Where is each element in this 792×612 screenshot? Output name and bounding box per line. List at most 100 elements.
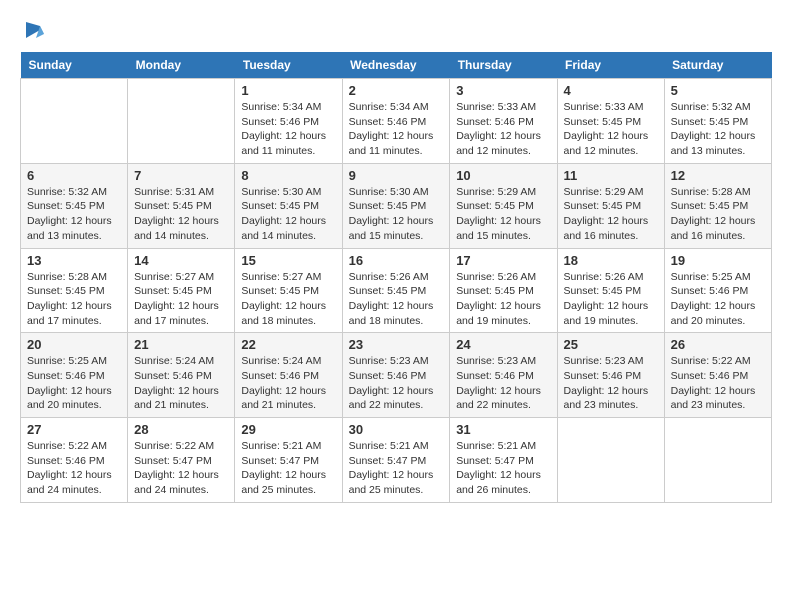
calendar-cell: 10 Sunrise: 5:29 AM Sunset: 5:45 PM Dayli… <box>450 163 557 248</box>
calendar-cell: 29 Sunrise: 5:21 AM Sunset: 5:47 PM Dayli… <box>235 418 342 503</box>
day-info: Sunrise: 5:29 AM Sunset: 5:45 PM Dayligh… <box>456 185 550 244</box>
day-info: Sunrise: 5:26 AM Sunset: 5:45 PM Dayligh… <box>456 270 550 329</box>
calendar-cell: 13 Sunrise: 5:28 AM Sunset: 5:45 PM Dayli… <box>21 248 128 333</box>
weekday-tuesday: Tuesday <box>235 52 342 79</box>
calendar-cell: 8 Sunrise: 5:30 AM Sunset: 5:45 PM Daylig… <box>235 163 342 248</box>
weekday-sunday: Sunday <box>21 52 128 79</box>
day-info: Sunrise: 5:32 AM Sunset: 5:45 PM Dayligh… <box>671 100 765 159</box>
calendar-cell: 17 Sunrise: 5:26 AM Sunset: 5:45 PM Dayli… <box>450 248 557 333</box>
day-number: 6 <box>27 168 121 183</box>
logo-icon <box>22 20 44 42</box>
calendar-cell: 1Sunrise: 5:34 AM Sunset: 5:46 PM Daylig… <box>235 79 342 164</box>
calendar-cell: 4Sunrise: 5:33 AM Sunset: 5:45 PM Daylig… <box>557 79 664 164</box>
day-info: Sunrise: 5:23 AM Sunset: 5:46 PM Dayligh… <box>456 354 550 413</box>
calendar-cell: 21 Sunrise: 5:24 AM Sunset: 5:46 PM Dayli… <box>128 333 235 418</box>
calendar-table: SundayMondayTuesdayWednesdayThursdayFrid… <box>20 52 772 503</box>
calendar-cell: 31Sunrise: 5:21 AM Sunset: 5:47 PM Dayli… <box>450 418 557 503</box>
day-number: 4 <box>564 83 658 98</box>
day-info: Sunrise: 5:32 AM Sunset: 5:45 PM Dayligh… <box>27 185 121 244</box>
day-number: 11 <box>564 168 658 183</box>
day-info: Sunrise: 5:26 AM Sunset: 5:45 PM Dayligh… <box>349 270 444 329</box>
day-info: Sunrise: 5:28 AM Sunset: 5:45 PM Dayligh… <box>671 185 765 244</box>
day-info: Sunrise: 5:24 AM Sunset: 5:46 PM Dayligh… <box>241 354 335 413</box>
day-info: Sunrise: 5:29 AM Sunset: 5:45 PM Dayligh… <box>564 185 658 244</box>
calendar-cell: 5 Sunrise: 5:32 AM Sunset: 5:45 PM Daylig… <box>664 79 771 164</box>
day-info: Sunrise: 5:21 AM Sunset: 5:47 PM Dayligh… <box>241 439 335 498</box>
day-number: 30 <box>349 422 444 437</box>
day-number: 10 <box>456 168 550 183</box>
calendar-cell: 15Sunrise: 5:27 AM Sunset: 5:45 PM Dayli… <box>235 248 342 333</box>
calendar-cell: 30 Sunrise: 5:21 AM Sunset: 5:47 PM Dayli… <box>342 418 450 503</box>
day-number: 8 <box>241 168 335 183</box>
day-info: Sunrise: 5:30 AM Sunset: 5:45 PM Dayligh… <box>241 185 335 244</box>
day-info: Sunrise: 5:26 AM Sunset: 5:45 PM Dayligh… <box>564 270 658 329</box>
calendar-cell: 14 Sunrise: 5:27 AM Sunset: 5:45 PM Dayli… <box>128 248 235 333</box>
calendar-cell: 6 Sunrise: 5:32 AM Sunset: 5:45 PM Daylig… <box>21 163 128 248</box>
day-number: 17 <box>456 253 550 268</box>
calendar-cell: 23 Sunrise: 5:23 AM Sunset: 5:46 PM Dayli… <box>342 333 450 418</box>
day-number: 12 <box>671 168 765 183</box>
day-number: 19 <box>671 253 765 268</box>
logo <box>20 20 44 42</box>
weekday-monday: Monday <box>128 52 235 79</box>
day-info: Sunrise: 5:22 AM Sunset: 5:46 PM Dayligh… <box>671 354 765 413</box>
day-number: 3 <box>456 83 550 98</box>
day-number: 23 <box>349 337 444 352</box>
day-number: 2 <box>349 83 444 98</box>
calendar-body: 1Sunrise: 5:34 AM Sunset: 5:46 PM Daylig… <box>21 79 772 503</box>
day-info: Sunrise: 5:25 AM Sunset: 5:46 PM Dayligh… <box>27 354 121 413</box>
calendar-cell: 26 Sunrise: 5:22 AM Sunset: 5:46 PM Dayli… <box>664 333 771 418</box>
day-number: 22 <box>241 337 335 352</box>
calendar-week-1: 1Sunrise: 5:34 AM Sunset: 5:46 PM Daylig… <box>21 79 772 164</box>
day-number: 26 <box>671 337 765 352</box>
calendar-cell <box>21 79 128 164</box>
day-info: Sunrise: 5:31 AM Sunset: 5:45 PM Dayligh… <box>134 185 228 244</box>
weekday-saturday: Saturday <box>664 52 771 79</box>
day-info: Sunrise: 5:34 AM Sunset: 5:46 PM Dayligh… <box>349 100 444 159</box>
calendar-week-4: 20 Sunrise: 5:25 AM Sunset: 5:46 PM Dayli… <box>21 333 772 418</box>
day-info: Sunrise: 5:23 AM Sunset: 5:46 PM Dayligh… <box>349 354 444 413</box>
calendar-cell <box>128 79 235 164</box>
day-info: Sunrise: 5:25 AM Sunset: 5:46 PM Dayligh… <box>671 270 765 329</box>
day-info: Sunrise: 5:22 AM Sunset: 5:47 PM Dayligh… <box>134 439 228 498</box>
weekday-wednesday: Wednesday <box>342 52 450 79</box>
weekday-thursday: Thursday <box>450 52 557 79</box>
calendar-cell: 19 Sunrise: 5:25 AM Sunset: 5:46 PM Dayli… <box>664 248 771 333</box>
day-number: 29 <box>241 422 335 437</box>
day-info: Sunrise: 5:21 AM Sunset: 5:47 PM Dayligh… <box>349 439 444 498</box>
calendar-cell: 25Sunrise: 5:23 AM Sunset: 5:46 PM Dayli… <box>557 333 664 418</box>
day-info: Sunrise: 5:30 AM Sunset: 5:45 PM Dayligh… <box>349 185 444 244</box>
day-number: 20 <box>27 337 121 352</box>
calendar-cell: 24 Sunrise: 5:23 AM Sunset: 5:46 PM Dayli… <box>450 333 557 418</box>
calendar-cell: 27Sunrise: 5:22 AM Sunset: 5:46 PM Dayli… <box>21 418 128 503</box>
calendar-cell: 2 Sunrise: 5:34 AM Sunset: 5:46 PM Daylig… <box>342 79 450 164</box>
day-info: Sunrise: 5:34 AM Sunset: 5:46 PM Dayligh… <box>241 100 335 159</box>
day-info: Sunrise: 5:23 AM Sunset: 5:46 PM Dayligh… <box>564 354 658 413</box>
weekday-friday: Friday <box>557 52 664 79</box>
day-number: 28 <box>134 422 228 437</box>
calendar-cell: 12 Sunrise: 5:28 AM Sunset: 5:45 PM Dayli… <box>664 163 771 248</box>
day-number: 9 <box>349 168 444 183</box>
day-number: 14 <box>134 253 228 268</box>
calendar-cell: 9 Sunrise: 5:30 AM Sunset: 5:45 PM Daylig… <box>342 163 450 248</box>
calendar-cell: 20 Sunrise: 5:25 AM Sunset: 5:46 PM Dayli… <box>21 333 128 418</box>
day-info: Sunrise: 5:28 AM Sunset: 5:45 PM Dayligh… <box>27 270 121 329</box>
page-header <box>20 20 772 42</box>
day-number: 5 <box>671 83 765 98</box>
calendar-cell: 22 Sunrise: 5:24 AM Sunset: 5:46 PM Dayli… <box>235 333 342 418</box>
day-info: Sunrise: 5:27 AM Sunset: 5:45 PM Dayligh… <box>134 270 228 329</box>
day-info: Sunrise: 5:33 AM Sunset: 5:46 PM Dayligh… <box>456 100 550 159</box>
day-info: Sunrise: 5:27 AM Sunset: 5:45 PM Dayligh… <box>241 270 335 329</box>
weekday-header-row: SundayMondayTuesdayWednesdayThursdayFrid… <box>21 52 772 79</box>
calendar-cell: 11 Sunrise: 5:29 AM Sunset: 5:45 PM Dayli… <box>557 163 664 248</box>
calendar-week-3: 13 Sunrise: 5:28 AM Sunset: 5:45 PM Dayli… <box>21 248 772 333</box>
calendar-cell: 7Sunrise: 5:31 AM Sunset: 5:45 PM Daylig… <box>128 163 235 248</box>
day-number: 31 <box>456 422 550 437</box>
day-number: 16 <box>349 253 444 268</box>
day-number: 24 <box>456 337 550 352</box>
calendar-cell <box>664 418 771 503</box>
calendar-cell: 3 Sunrise: 5:33 AM Sunset: 5:46 PM Daylig… <box>450 79 557 164</box>
day-number: 13 <box>27 253 121 268</box>
day-number: 21 <box>134 337 228 352</box>
day-info: Sunrise: 5:24 AM Sunset: 5:46 PM Dayligh… <box>134 354 228 413</box>
